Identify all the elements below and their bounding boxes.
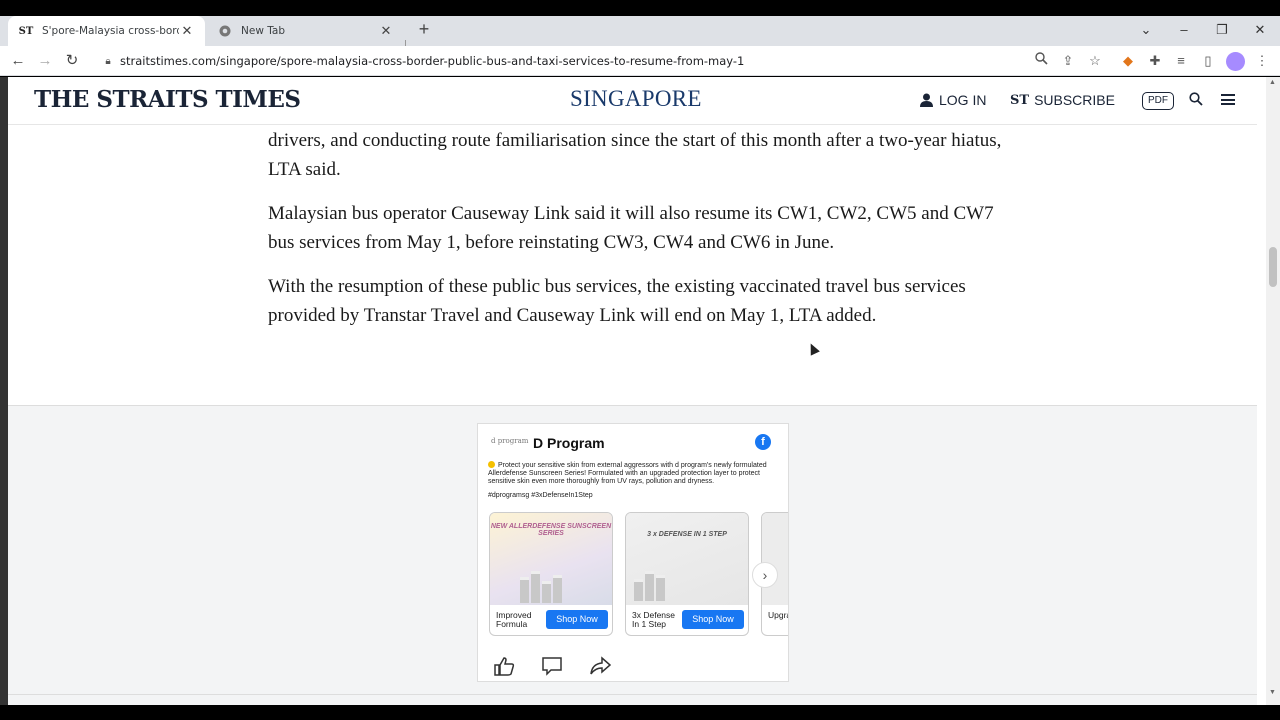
- carousel-card[interactable]: 3 x DEFENSE IN 1 STEP 3x Defense In 1 St…: [625, 512, 749, 636]
- st-logo-icon: ST: [1010, 92, 1030, 108]
- site-header: THE STRAITS TIMES SINGAPORE LOG IN ST SU…: [8, 77, 1257, 125]
- menu-dots-icon[interactable]: ⋮: [1251, 51, 1273, 71]
- web-page: THE STRAITS TIMES SINGAPORE LOG IN ST SU…: [0, 77, 1270, 705]
- extensions-icon[interactable]: ✚: [1144, 51, 1166, 71]
- ad-actions: [491, 654, 613, 678]
- scrollbar[interactable]: ▲ ▼: [1266, 77, 1280, 705]
- shop-now-button[interactable]: Shop Now: [546, 610, 608, 629]
- tab-title: New Tab: [241, 25, 286, 37]
- chevron-right-icon[interactable]: ›: [752, 562, 778, 588]
- search-icon[interactable]: [1189, 92, 1203, 111]
- shop-now-button[interactable]: Shop Now: [682, 610, 744, 629]
- tab-new-tab[interactable]: New Tab ✕: [207, 16, 404, 46]
- share-icon[interactable]: ⇪: [1057, 51, 1079, 71]
- product-caption: NEW ALLERDEFENSE SUNSCREEN SERIES: [490, 523, 612, 537]
- article-body: drivers, and conducting route familiaris…: [268, 127, 1008, 346]
- minimize-icon[interactable]: –: [1165, 16, 1203, 44]
- product-caption: 3 x DEFENSE IN 1 STEP: [647, 531, 727, 538]
- url-text[interactable]: straitstimes.com/singapore/spore-malaysi…: [120, 54, 744, 68]
- pdf-button[interactable]: PDF: [1142, 92, 1174, 110]
- article-paragraph: Malaysian bus operator Causeway Link sai…: [268, 203, 994, 253]
- chrome-icon: [217, 23, 233, 39]
- forward-icon[interactable]: →: [34, 51, 56, 71]
- zoom-icon[interactable]: [1030, 51, 1052, 71]
- card-label: Upgra Bene: [768, 610, 789, 620]
- side-panel-icon[interactable]: ▯: [1197, 51, 1219, 71]
- close-icon[interactable]: ✕: [179, 23, 195, 39]
- back-icon[interactable]: ←: [7, 51, 29, 71]
- share-icon[interactable]: [587, 654, 613, 678]
- user-icon: [920, 93, 933, 107]
- facebook-icon[interactable]: f: [755, 434, 771, 450]
- window-close-icon[interactable]: ✕: [1241, 16, 1279, 44]
- subscribe-link[interactable]: ST SUBSCRIBE: [1010, 92, 1115, 108]
- bottles-graphic: [520, 571, 564, 603]
- tab-strip: ST S'pore-Malaysia cross-border pu ✕ New…: [0, 16, 1280, 54]
- card-label: 3x Defense In 1 Step: [632, 610, 675, 629]
- product-image: 3 x DEFENSE IN 1 STEP: [626, 513, 748, 605]
- brand-name[interactable]: D Program: [533, 435, 605, 451]
- bottom-strip: [0, 705, 1280, 720]
- lock-icon[interactable]: 🔒︎: [98, 56, 118, 67]
- like-icon[interactable]: [491, 654, 517, 678]
- scroll-down-icon[interactable]: ▼: [1269, 689, 1276, 696]
- tab-title: S'pore-Malaysia cross-border pu: [42, 25, 179, 37]
- emoji-icon: [488, 461, 495, 468]
- ad-hashtags[interactable]: #dprogramsg #3xDefenseIn1Step: [488, 492, 593, 499]
- tab-article[interactable]: ST S'pore-Malaysia cross-border pu ✕: [8, 16, 205, 46]
- bottles-graphic: [634, 571, 667, 601]
- hamburger-menu-icon[interactable]: [1221, 94, 1235, 105]
- brand-logo[interactable]: d program: [491, 437, 528, 445]
- ad-section: d program D Program f Protect your sensi…: [8, 405, 1257, 705]
- scroll-up-icon[interactable]: ▲: [1269, 79, 1276, 86]
- st-favicon-icon: ST: [18, 25, 34, 37]
- carousel-card[interactable]: NEW ALLERDEFENSE SUNSCREEN SERIES Improv…: [489, 512, 613, 636]
- left-edge: [0, 77, 8, 705]
- subscribe-label: SUBSCRIBE: [1034, 92, 1115, 108]
- product-image: [762, 513, 788, 605]
- scroll-thumb[interactable]: [1269, 247, 1277, 287]
- omnibox[interactable]: 🔒︎ straitstimes.com/singapore/spore-mala…: [92, 49, 1110, 73]
- section-title[interactable]: SINGAPORE: [570, 86, 702, 112]
- close-icon[interactable]: ✕: [378, 23, 394, 39]
- facebook-ad-card[interactable]: d program D Program f Protect your sensi…: [477, 423, 789, 682]
- comment-icon[interactable]: [539, 654, 565, 678]
- reload-icon[interactable]: ↻: [61, 51, 83, 71]
- media-icon[interactable]: ≡: [1170, 51, 1192, 71]
- article-paragraph: drivers, and conducting route familiaris…: [268, 130, 1002, 180]
- card-label: Improved Formula: [496, 610, 532, 629]
- top-strip: [0, 0, 1280, 16]
- restore-icon[interactable]: ❐: [1203, 16, 1241, 44]
- metamask-extension-icon[interactable]: ◆: [1117, 51, 1139, 71]
- product-image: NEW ALLERDEFENSE SUNSCREEN SERIES: [490, 513, 612, 605]
- login-link[interactable]: LOG IN: [920, 92, 986, 108]
- ad-text: Protect your sensitive skin from externa…: [488, 461, 767, 486]
- divider: [8, 694, 1257, 695]
- tab-search-icon[interactable]: ⌄: [1127, 16, 1165, 44]
- site-logo[interactable]: THE STRAITS TIMES: [34, 86, 301, 113]
- star-icon[interactable]: ☆: [1084, 51, 1106, 71]
- article-paragraph: With the resumption of these public bus …: [268, 276, 966, 326]
- login-label: LOG IN: [939, 92, 987, 108]
- new-tab-icon[interactable]: +: [414, 20, 434, 40]
- profile-avatar[interactable]: [1226, 52, 1245, 71]
- address-bar: ← → ↻ 🔒︎ straitstimes.com/singapore/spor…: [0, 46, 1280, 76]
